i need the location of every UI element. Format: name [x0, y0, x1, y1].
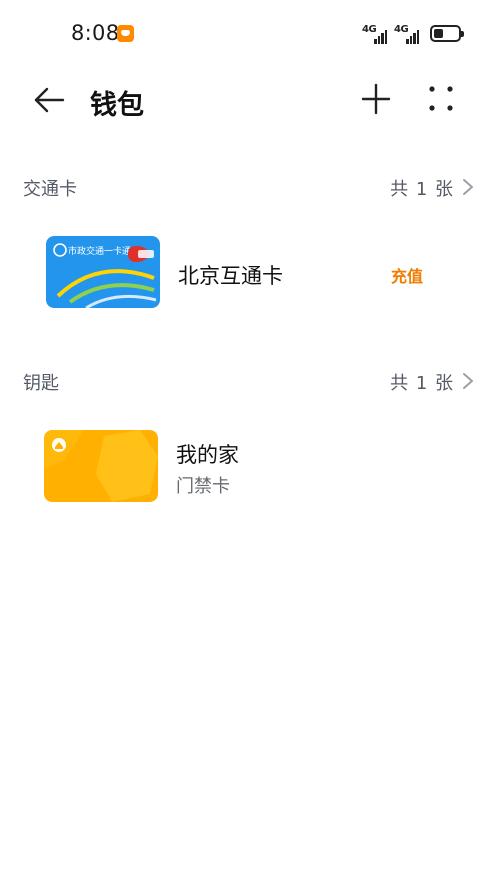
section-title: 交通卡 [23, 179, 77, 200]
key-card-thumbnail [44, 430, 158, 502]
card-row-home-key[interactable]: 我的家 门禁卡 [0, 426, 500, 506]
section-count: 共 1 张 [390, 373, 454, 394]
card-name: 我的家 [176, 443, 239, 467]
transit-card-logo-text: 市政交通一卡通 [68, 245, 131, 257]
chevron-right-icon [463, 179, 473, 195]
more-dots-icon [429, 86, 453, 111]
section-count: 共 1 张 [390, 179, 454, 200]
status-time: 8:08 [71, 21, 120, 45]
page-title: 钱包 [90, 90, 144, 121]
signal-icon: 4G [362, 24, 388, 44]
key-card-image [44, 430, 158, 502]
signal-icon: 4G [394, 24, 422, 44]
plus-icon [361, 83, 391, 115]
card-row-transit[interactable]: 市政交通一卡通 北京互通卡 充值 [0, 232, 500, 312]
section-header-transit[interactable]: 交通卡 共 1 张 [0, 169, 500, 205]
wallet-screen: 8:08 4G 4G 钱包 交通卡 共 1 张 市政交通一卡通 北京互通卡 充值… [0, 0, 500, 877]
section-title: 钥匙 [23, 373, 59, 394]
card-name: 北京互通卡 [178, 264, 283, 288]
app-header: 钱包 [0, 66, 500, 132]
transit-card-thumbnail: 市政交通一卡通 [46, 236, 160, 308]
back-button[interactable] [30, 82, 66, 118]
card-subtitle: 门禁卡 [176, 476, 230, 497]
battery-icon [430, 25, 464, 42]
status-bar: 8:08 4G 4G [0, 0, 500, 66]
section-header-keys[interactable]: 钥匙 共 1 张 [0, 363, 500, 399]
recharge-button[interactable]: 充值 [391, 263, 423, 287]
back-arrow-icon [34, 87, 65, 113]
add-card-button[interactable] [358, 81, 394, 117]
notification-app-icon [117, 25, 134, 42]
chevron-right-icon [463, 373, 473, 389]
transit-card-image: 市政交通一卡通 [46, 236, 160, 308]
more-options-button[interactable] [424, 81, 460, 117]
